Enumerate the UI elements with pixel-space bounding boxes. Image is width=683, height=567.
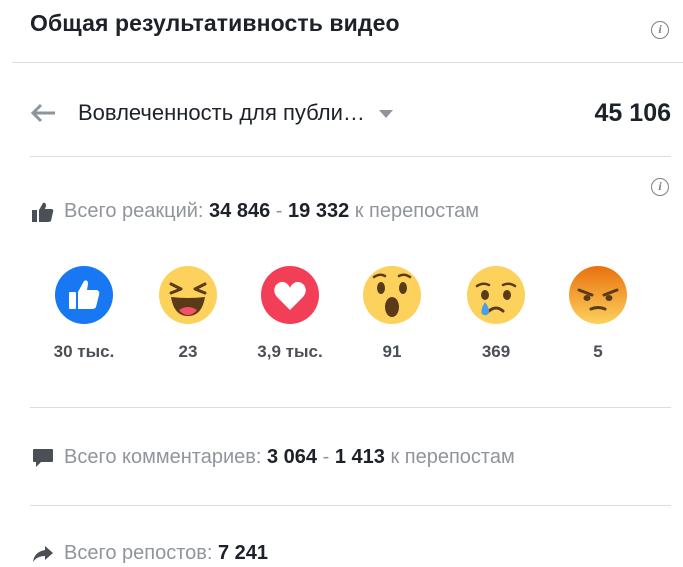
- comments-shares-total: 1 413: [334, 446, 385, 468]
- love-reaction-icon: [259, 264, 321, 326]
- engagement-row: Вовлеченность для публи…: [30, 95, 393, 131]
- angry-count: 5: [593, 342, 603, 361]
- reactions-summary: Всего реакций: 34 846 - 19 332 к перепос…: [32, 200, 479, 223]
- divider: [12, 62, 683, 63]
- reactions-total: 34 846: [209, 200, 271, 222]
- thumbs-up-icon: [32, 202, 54, 222]
- chevron-down-icon: [378, 110, 393, 118]
- wow-count: 91: [382, 342, 402, 361]
- shares-summary: Всего репостов: 7 241: [32, 542, 268, 565]
- shares-label: Всего репостов:: [64, 542, 213, 564]
- reactions-shares-total: 19 332: [288, 200, 350, 222]
- engagement-dropdown[interactable]: Вовлеченность для публи…: [56, 100, 393, 126]
- like-count: 30 тыс.: [53, 342, 115, 361]
- share-arrow-icon: [32, 544, 54, 564]
- comments-label: Всего комментариев:: [64, 446, 262, 468]
- divider: [30, 505, 671, 506]
- comments-total: 3 064: [266, 446, 318, 468]
- info-icon[interactable]: i: [651, 21, 669, 39]
- engagement-dropdown-label: Вовлеченность для публи…: [78, 100, 365, 125]
- comment-icon: [32, 448, 54, 468]
- angry-reaction-icon: [567, 264, 629, 326]
- like-reaction-icon: [53, 264, 115, 326]
- haha-count: 23: [178, 342, 198, 361]
- comments-summary: Всего комментариев: 3 064 - 1 413 к пере…: [32, 446, 515, 469]
- divider: [30, 407, 671, 408]
- wow-reaction-icon: [361, 264, 423, 326]
- separator: -: [275, 200, 283, 222]
- divider: [30, 156, 671, 157]
- page-title: Общая результативность видео: [30, 10, 400, 36]
- sad-reaction-icon: [465, 264, 527, 326]
- engagement-total: 45 106: [594, 99, 671, 127]
- reactions-label: Всего реакций:: [64, 200, 204, 222]
- reactions-info-icon[interactable]: i: [651, 178, 669, 196]
- arrow-left-icon[interactable]: [30, 103, 56, 123]
- shares-total: 7 241: [218, 542, 269, 564]
- reactions-shares-label: к перепостам: [354, 200, 480, 222]
- comments-shares-label: к перепостам: [390, 446, 515, 468]
- separator: -: [322, 446, 330, 468]
- haha-reaction-icon: [157, 264, 219, 326]
- love-count: 3,9 тыс.: [257, 342, 323, 361]
- sad-count: 369: [481, 342, 511, 361]
